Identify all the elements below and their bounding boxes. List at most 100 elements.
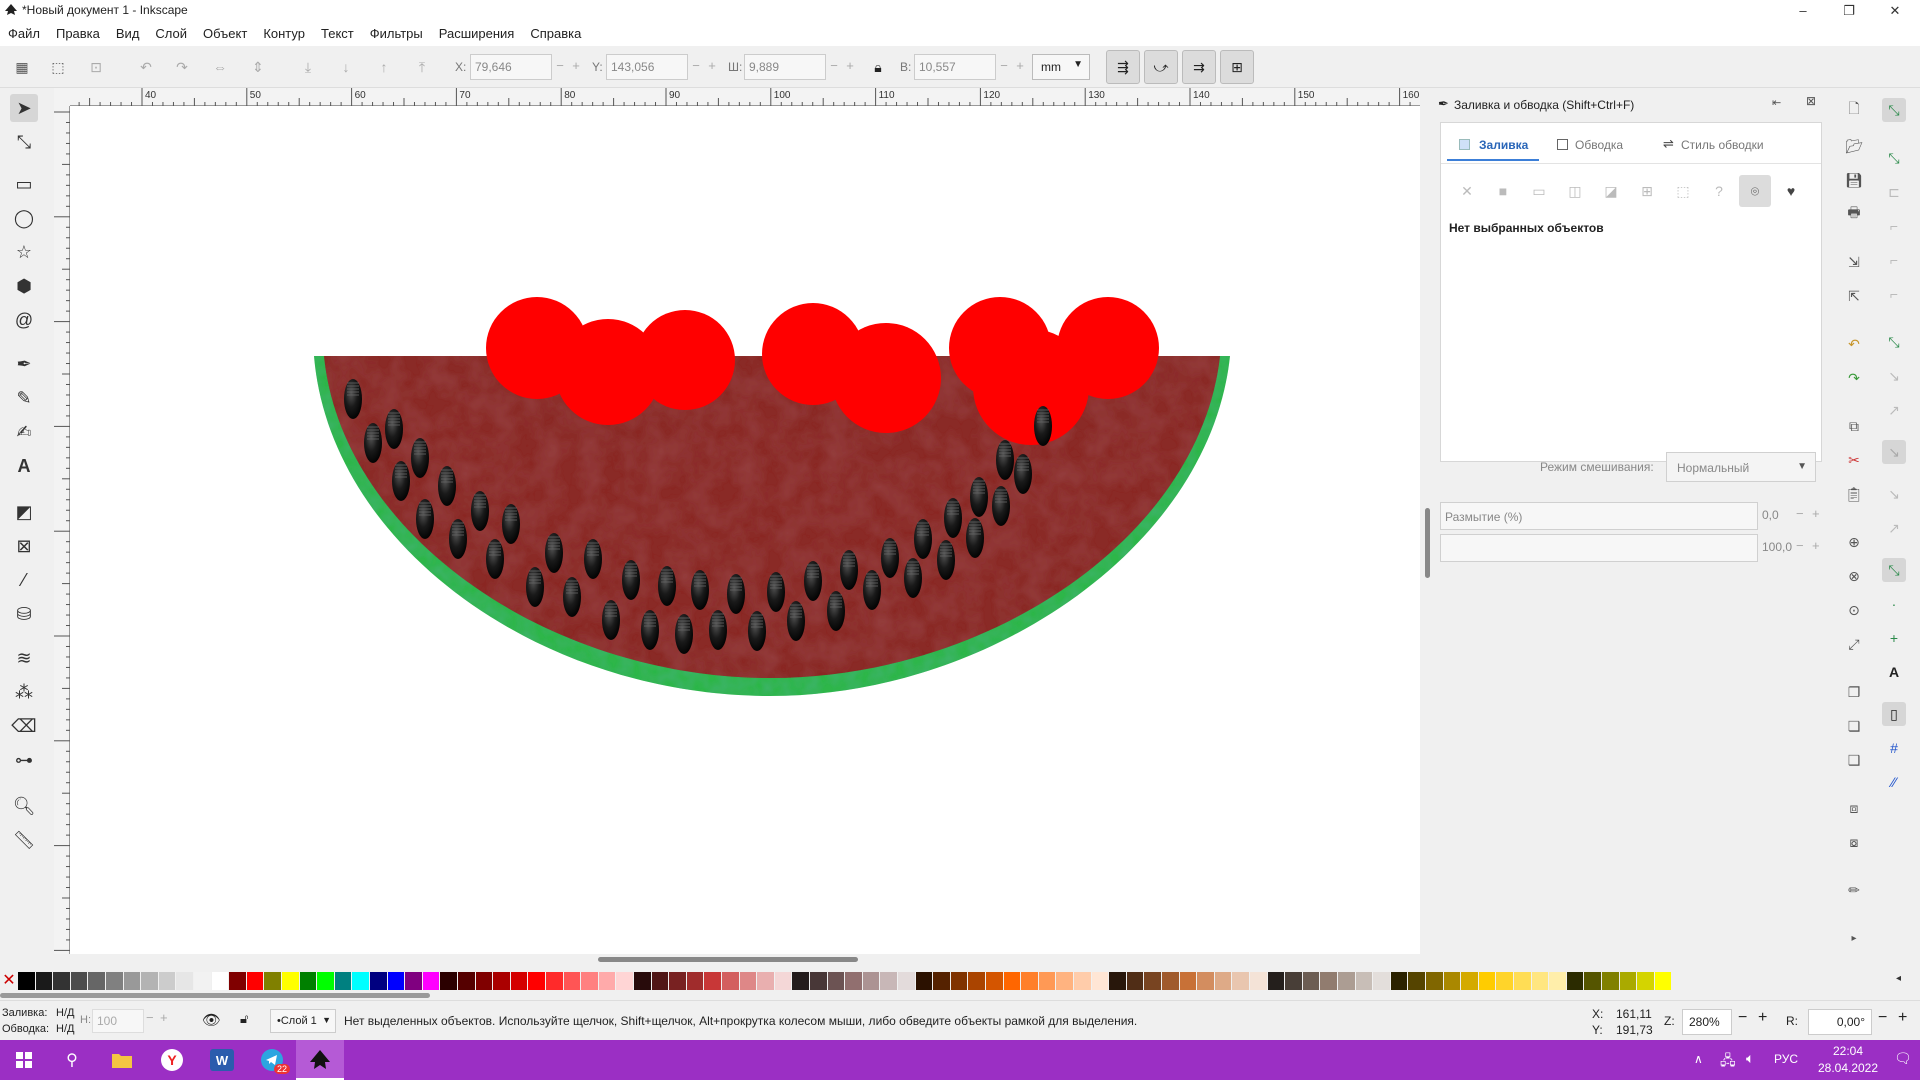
menu-extensions[interactable]: Расширения (431, 22, 523, 41)
color-swatch[interactable] (1496, 972, 1513, 990)
color-swatch[interactable] (370, 972, 387, 990)
rectangle-tool-icon[interactable]: ▭ (10, 170, 38, 198)
opacity-status-input[interactable]: 100 (92, 1009, 144, 1033)
blur-value[interactable]: 0,0 (1762, 508, 1779, 522)
scale-stroke-button[interactable]: ⇶ (1106, 50, 1140, 84)
cut-icon[interactable]: ✂ (1842, 448, 1866, 472)
color-swatch[interactable] (862, 972, 880, 990)
color-swatch[interactable] (53, 972, 70, 990)
raise-icon[interactable]: ↑ (372, 55, 396, 79)
notifications-icon[interactable]: 🗨 (1894, 1050, 1912, 1067)
lower-bottom-icon[interactable]: ⤓ (296, 55, 320, 79)
color-swatch[interactable] (1566, 972, 1584, 990)
color-swatch[interactable] (546, 972, 563, 990)
tab-stroke-style[interactable]: ⇌ Стиль обводки (1663, 131, 1813, 161)
color-swatch[interactable] (634, 972, 651, 990)
color-swatch[interactable] (827, 972, 845, 990)
paste-icon[interactable]: 📋︎ (1842, 482, 1866, 506)
width-input[interactable]: 9,889 (744, 54, 826, 80)
spiral-tool-icon[interactable]: @ (10, 306, 38, 334)
flip-horizontal-icon[interactable]: ⇔ (208, 55, 232, 79)
layer-lock-icon[interactable]: 🔓︎ (240, 1011, 248, 1027)
color-swatch[interactable] (317, 972, 334, 990)
color-swatch[interactable] (422, 972, 440, 990)
color-swatch[interactable] (475, 972, 493, 990)
pencil-tool-icon[interactable]: ✎ (10, 384, 38, 412)
rotate-ccw-icon[interactable]: ↶ (134, 55, 158, 79)
snap-path-icon[interactable]: ↘ (1882, 364, 1906, 388)
color-swatch[interactable] (581, 972, 598, 990)
zoom-drawing-icon[interactable]: ⊗ (1842, 564, 1866, 588)
color-swatch[interactable] (1338, 972, 1355, 990)
unlink-clone-icon[interactable]: ❑ (1842, 748, 1866, 772)
snap-bbox-midpoint-icon[interactable]: ⌐ (1882, 248, 1906, 272)
menu-filters[interactable]: Фильтры (362, 22, 431, 41)
x-decrement[interactable]: − (552, 54, 568, 80)
dropper-tool-icon[interactable]: ⁄ (10, 566, 38, 594)
color-swatch[interactable] (246, 972, 264, 990)
color-swatch[interactable] (915, 972, 933, 990)
horizontal-scrollbar[interactable] (70, 954, 1420, 966)
text-tool-icon[interactable]: A (10, 452, 38, 480)
snap-object-center-icon[interactable]: · (1882, 592, 1906, 616)
opacity-value[interactable]: 100,0 (1762, 540, 1792, 554)
file-explorer-icon[interactable] (98, 1040, 146, 1080)
transform-patterns-button[interactable]: ⊞ (1220, 50, 1254, 84)
word-icon[interactable]: W (198, 1040, 246, 1080)
color-swatch[interactable] (1038, 972, 1056, 990)
snap-rotation-center-icon[interactable]: + (1882, 626, 1906, 650)
menu-file[interactable]: Файл (0, 22, 48, 41)
color-swatch[interactable] (1144, 972, 1161, 990)
more-commands-icon[interactable]: ▸ (1842, 926, 1866, 950)
color-swatch[interactable] (229, 972, 246, 990)
snap-smooth-icon[interactable]: ↘ (1882, 482, 1906, 506)
save-icon[interactable]: 💾︎ (1842, 168, 1866, 192)
drawing-canvas[interactable] (70, 106, 1420, 954)
pen-tool-icon[interactable]: ✒ (10, 350, 38, 378)
color-swatch[interactable] (757, 972, 774, 990)
color-swatch[interactable] (651, 972, 669, 990)
transform-gradients-button[interactable]: ⇉ (1182, 50, 1216, 84)
raise-top-icon[interactable]: ⤒ (410, 55, 434, 79)
search-icon[interactable]: ⚲ (48, 1040, 96, 1080)
color-swatch[interactable] (528, 972, 545, 990)
color-swatch[interactable] (1021, 972, 1038, 990)
color-swatch[interactable] (1214, 972, 1232, 990)
y-decrement[interactable]: − (688, 54, 704, 80)
telegram-icon[interactable]: 22 (248, 1040, 296, 1080)
zoom-selection-icon[interactable]: ⊕ (1842, 530, 1866, 554)
opacity-status-increment[interactable]: + (160, 1010, 168, 1025)
color-swatch[interactable] (1003, 972, 1021, 990)
color-swatch[interactable] (1390, 972, 1408, 990)
selector-tool-icon[interactable]: ➤ (10, 94, 38, 122)
snap-bbox-corner-icon[interactable]: ⌐ (1882, 214, 1906, 238)
color-swatch[interactable] (1461, 972, 1478, 990)
paint-type-button[interactable]: ? (1703, 175, 1735, 207)
menu-path[interactable]: Контур (255, 22, 313, 41)
color-swatch[interactable] (598, 972, 616, 990)
paint-type-button[interactable]: ▭ (1523, 175, 1555, 207)
blur-decrement[interactable]: − (1796, 506, 1804, 521)
paint-type-button[interactable]: ✕ (1451, 175, 1483, 207)
language-indicator[interactable]: РУС (1774, 1052, 1798, 1066)
zoom-page-icon[interactable]: ⊙ (1842, 598, 1866, 622)
color-swatch[interactable] (1126, 972, 1144, 990)
minimize-button[interactable]: – (1780, 0, 1826, 22)
measure-tool-icon[interactable]: 📏︎ (10, 826, 38, 854)
node-tool-icon[interactable]: ⤡ (10, 128, 38, 156)
height-increment[interactable]: + (1012, 54, 1028, 80)
x-input[interactable]: 79,646 (470, 54, 552, 80)
color-swatch[interactable] (18, 972, 35, 990)
color-swatch[interactable] (440, 972, 457, 990)
import-icon[interactable]: ⇲ (1842, 250, 1866, 274)
color-swatch[interactable] (1478, 972, 1496, 990)
snap-intersection-icon[interactable]: ↗ (1882, 398, 1906, 422)
color-swatch[interactable] (334, 972, 352, 990)
start-button[interactable] (0, 1040, 48, 1080)
snap-bbox-icon[interactable]: ⤡ (1882, 146, 1906, 170)
color-swatch[interactable] (1408, 972, 1425, 990)
opacity-slider[interactable] (1440, 534, 1758, 562)
color-swatch[interactable] (299, 972, 317, 990)
color-swatch[interactable] (898, 972, 915, 990)
lock-ratio-icon[interactable]: 🔒︎ (866, 55, 890, 79)
